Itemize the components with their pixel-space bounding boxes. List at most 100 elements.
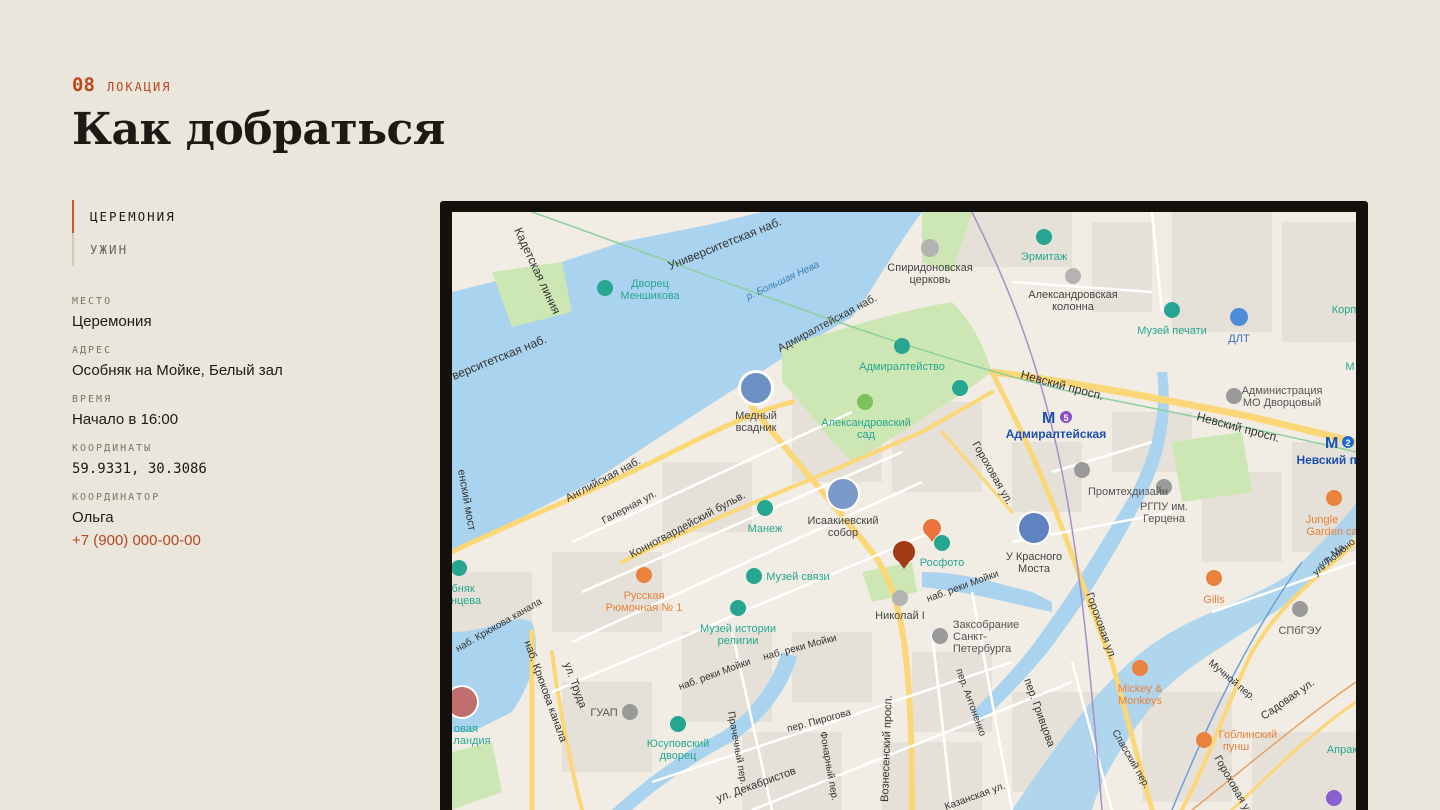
metro-m-admiralteyskaya: М: [1042, 410, 1055, 427]
label-aprak: Апрак: [1327, 744, 1356, 756]
label-museum-svyazi: Музей связи: [766, 571, 829, 583]
label-metro-nevsky: Невский пр.: [1296, 453, 1356, 467]
coordinator-field: КООРДИНАТОР Ольга +7 (900) 000-00-00: [72, 492, 392, 550]
museum-icon: [952, 380, 968, 396]
museum-icon: [757, 500, 773, 516]
time-field: ВРЕМЯ Начало в 16:00: [72, 394, 392, 430]
shop-icon: [1230, 308, 1248, 326]
label-novaya-2: ландия: [453, 735, 490, 747]
tab-ceremony[interactable]: ЦЕРЕМОНИЯ: [72, 200, 372, 233]
label-promtech: Промтехдизайн: [1088, 486, 1168, 498]
label-spbgeu: СПбГЭУ: [1278, 625, 1322, 637]
place-field: МЕСТО Церемония: [72, 296, 392, 332]
label-bronze-2: всадник: [736, 422, 777, 434]
label-museum-press: Музей печати: [1137, 325, 1207, 337]
address-label: АДРЕС: [72, 345, 113, 356]
place-label: МЕСТО: [72, 296, 113, 307]
location-details: МЕСТО Церемония АДРЕС Особняк на Мойке, …: [72, 296, 392, 563]
label-admin-2: МО Дворцовый: [1243, 397, 1321, 409]
label-ranepa-1: РГПУ им.: [1140, 501, 1188, 513]
label-hermitage: Эрмитаж: [1021, 251, 1068, 263]
restaurant-icon: [1132, 660, 1148, 676]
label-isaac-1: Исаакиевский: [807, 515, 878, 527]
museum-icon: [597, 280, 613, 296]
label-alexgarden-2: сад: [857, 429, 876, 441]
label-korp: Корп: [1332, 304, 1356, 316]
label-jungle-2: Garden ca: [1306, 526, 1356, 538]
coordinator-name: Ольга: [72, 509, 114, 526]
university-icon: [1292, 601, 1308, 617]
label-alexgarden-1: Александровский: [821, 417, 910, 429]
label-admin-1: Администрация: [1242, 385, 1323, 397]
address-value: Особняк на Мойке, Белый зал: [72, 362, 283, 379]
label-menshikov-1: Дворец: [631, 278, 670, 290]
label-yusupov-1: Юсуповский: [647, 738, 710, 750]
label-guap: ГУАП: [590, 707, 617, 719]
label-religion-1: Музей истории: [700, 623, 776, 635]
label-yusupov-2: дворец: [660, 750, 697, 762]
metro-line-5: 5: [1063, 413, 1068, 423]
map-view[interactable]: М 5 М 2 Кадетская линия Университетская …: [452, 212, 1356, 810]
label-osobnyak-2: нцева: [452, 595, 482, 607]
metro-m-nevsky: М: [1325, 435, 1338, 452]
label-spiridon-1: Спиридоновская: [887, 262, 972, 274]
label-russkaya-2: Рюмочная № 1: [606, 602, 683, 614]
time-value: Начало в 16:00: [72, 411, 179, 428]
monument-icon: [1065, 268, 1081, 284]
isaac-cathedral-photo: [828, 479, 858, 509]
park-icon: [857, 394, 873, 410]
map-svg[interactable]: М 5 М 2 Кадетская линия Университетская …: [452, 212, 1356, 810]
label-alexcol-1: Александровская: [1028, 289, 1118, 301]
museum-icon: [1036, 229, 1052, 245]
label-zaksob-3: Петербурга: [953, 643, 1012, 655]
restaurant-icon: [636, 567, 652, 583]
museum-icon: [746, 568, 762, 584]
metro-line-2: 2: [1345, 438, 1350, 448]
church-icon: [921, 239, 939, 257]
red-bridge-photo: [1019, 513, 1049, 543]
label-jungle-1: Jungle: [1306, 514, 1338, 526]
label-zaksob-1: Заксобрание: [953, 619, 1019, 631]
bronze-horseman-photo: [741, 373, 771, 403]
label-religion-2: религии: [718, 635, 759, 647]
time-label: ВРЕМЯ: [72, 394, 113, 405]
sport-icon: [1326, 790, 1342, 806]
label-ranepa-2: Герцена: [1143, 513, 1186, 525]
restaurant-icon: [1196, 732, 1212, 748]
label-manege: Манеж: [748, 523, 783, 535]
admin-icon: [932, 628, 948, 644]
label-rosphoto: Росфото: [920, 557, 964, 569]
office-icon: [1074, 462, 1090, 478]
restaurant-icon: [1206, 570, 1222, 586]
place-value: Церемония: [72, 313, 152, 330]
university-icon: [622, 704, 638, 720]
label-menshikov-2: Меншикова: [620, 290, 680, 302]
coords-value: 59.9331, 30.3086: [72, 461, 207, 477]
section-label: ЛОКАЦИЯ: [106, 80, 172, 94]
tab-dinner[interactable]: УЖИН: [72, 233, 372, 266]
label-metro-admiralteyskaya: Адмиралтейская: [1006, 427, 1106, 441]
label-novaya-1: овая: [454, 723, 478, 735]
label-goblin-2: пунш: [1223, 741, 1250, 753]
coords-field: КООРДИНАТЫ 59.9331, 30.3086: [72, 443, 392, 479]
label-spiridon-2: церковь: [909, 274, 950, 286]
coordinator-label: КООРДИНАТОР: [72, 492, 161, 503]
label-alexcol-2: колонна: [1052, 301, 1095, 313]
museum-icon: [934, 535, 950, 551]
label-russkaya-1: Русская: [624, 590, 665, 602]
coords-label: КООРДИНАТЫ: [72, 443, 153, 454]
monument-icon: [892, 590, 908, 606]
label-isaac-2: собор: [828, 527, 858, 539]
label-nikolai: Николай I: [875, 610, 925, 622]
section-number: 08: [72, 74, 95, 96]
museum-icon: [1164, 302, 1180, 318]
label-krasny-2: Моста: [1018, 563, 1051, 575]
section-eyebrow: 08 ЛОКАЦИЯ: [72, 74, 171, 96]
label-mickey-2: Monkeys: [1118, 695, 1163, 707]
coordinator-phone-link[interactable]: +7 (900) 000-00-00: [72, 532, 201, 549]
page-title: Как добраться: [72, 104, 445, 155]
museum-icon: [730, 600, 746, 616]
label-dlt: ДЛТ: [1228, 333, 1250, 345]
label-gills: Gills: [1203, 594, 1225, 606]
admiralty-star-icon: [894, 338, 910, 354]
